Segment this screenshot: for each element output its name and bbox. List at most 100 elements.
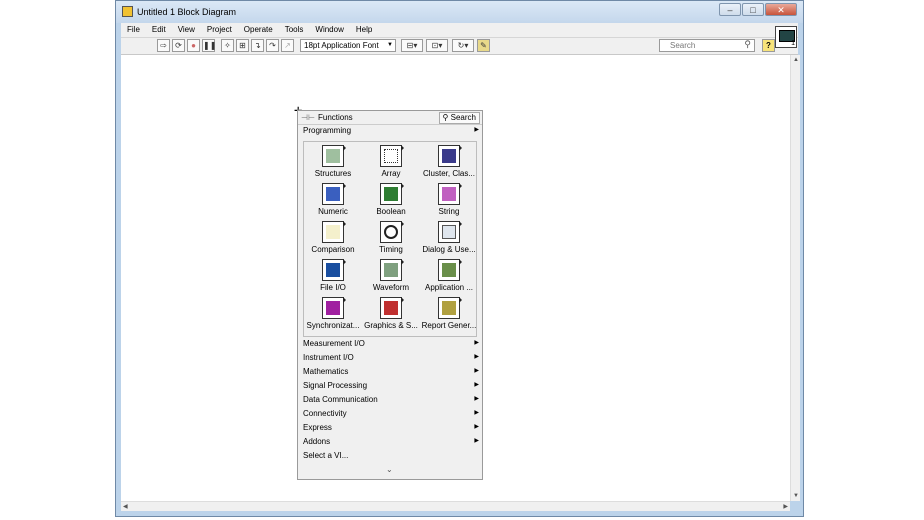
- menu-tools[interactable]: Tools: [279, 23, 310, 37]
- scroll-right-icon[interactable]: ▶: [783, 503, 788, 510]
- menu-edit[interactable]: Edit: [146, 23, 172, 37]
- category-addons[interactable]: Addons ▶: [303, 435, 479, 448]
- chevron-right-icon: ▶: [474, 424, 479, 430]
- palette-search-button[interactable]: ⚲ Search: [438, 112, 480, 124]
- minimize-button[interactable]: –: [719, 3, 741, 16]
- category-label: Mathematics: [303, 367, 349, 376]
- clean-up-diagram-button[interactable]: ✎: [477, 39, 490, 52]
- chevron-right-icon: ▶: [474, 127, 479, 133]
- reorder-button[interactable]: ↻▾: [452, 39, 474, 52]
- pause-button[interactable]: ❚❚: [202, 39, 216, 52]
- palette-item-waveform[interactable]: Waveform: [362, 259, 420, 297]
- cluster-icon: [438, 145, 462, 167]
- scroll-up-icon[interactable]: ▲: [793, 57, 799, 63]
- category-mathematics[interactable]: Mathematics ▶: [303, 365, 479, 378]
- run-continuously-button[interactable]: ⟳: [172, 39, 185, 52]
- step-over-button[interactable]: ↷: [266, 39, 279, 52]
- category-measurement-io[interactable]: Measurement I/O ▶: [303, 337, 479, 350]
- palette-item-label: Report Gener...: [421, 321, 477, 330]
- scroll-left-icon[interactable]: ◀: [123, 503, 128, 510]
- menu-project[interactable]: Project: [201, 23, 238, 37]
- application-control-icon: [438, 259, 462, 281]
- toolbar: ⇨ ⟳ ● ❚❚ ✧ ⊞ ↴ ↷ ↗ 18pt Application Font…: [121, 38, 798, 55]
- palette-item-boolean[interactable]: Boolean: [362, 183, 420, 221]
- expand-palette-icon[interactable]: ⌄: [386, 465, 393, 474]
- category-connectivity[interactable]: Connectivity ▶: [303, 407, 479, 420]
- structures-icon: [322, 145, 346, 167]
- menu-operate[interactable]: Operate: [238, 23, 279, 37]
- chevron-right-icon: ▶: [474, 410, 479, 416]
- category-label: Addons: [303, 437, 331, 446]
- palette-item-graphics-sound[interactable]: Graphics & S...: [362, 297, 420, 335]
- vi-icon[interactable]: 1: [775, 26, 797, 48]
- category-label: Programming: [303, 126, 352, 135]
- highlight-execution-button[interactable]: ✧: [221, 39, 234, 52]
- menu-file[interactable]: File: [121, 23, 146, 37]
- context-help-button[interactable]: ?: [762, 39, 775, 52]
- palette-item-comparison[interactable]: Comparison: [304, 221, 362, 259]
- scroll-down-icon[interactable]: ▼: [793, 493, 799, 499]
- menu-window[interactable]: Window: [309, 23, 349, 37]
- palette-item-label: Dialog & Use...: [422, 245, 476, 254]
- palette-item-label: Waveform: [372, 283, 410, 292]
- palette-item-label: Array: [381, 169, 401, 178]
- category-signal-processing[interactable]: Signal Processing ▶: [303, 379, 479, 392]
- numeric-icon: [322, 183, 346, 205]
- palette-item-label: Numeric: [318, 207, 348, 216]
- menu-help[interactable]: Help: [350, 23, 378, 37]
- palette-item-structures[interactable]: Structures: [304, 145, 362, 183]
- palette-item-cluster[interactable]: Cluster, Clas...: [420, 145, 478, 183]
- palette-item-file-io[interactable]: File I/O: [304, 259, 362, 297]
- programming-subpalette: Structures Array Cluster, Clas... Numeri…: [303, 141, 477, 337]
- pin-icon[interactable]: ⊣⊢: [301, 113, 315, 122]
- chevron-down-icon: ▼: [387, 42, 393, 48]
- palette-item-synchronization[interactable]: Synchronizat...: [304, 297, 362, 335]
- search-placeholder: Search: [670, 41, 696, 50]
- palette-item-array[interactable]: Array: [362, 145, 420, 183]
- font-select-value: 18pt Application Font: [304, 41, 379, 50]
- category-label: Instrument I/O: [303, 353, 354, 362]
- palette-item-numeric[interactable]: Numeric: [304, 183, 362, 221]
- palette-item-string[interactable]: String: [420, 183, 478, 221]
- category-data-communication[interactable]: Data Communication ▶: [303, 393, 479, 406]
- synchronization-icon: [322, 297, 346, 319]
- close-button[interactable]: ✕: [765, 3, 797, 16]
- palette-item-application-control[interactable]: Application ...: [420, 259, 478, 297]
- chevron-right-icon: ▶: [474, 396, 479, 402]
- category-programming[interactable]: Programming ▶: [303, 124, 479, 137]
- font-select[interactable]: 18pt Application Font ▼: [300, 39, 396, 52]
- title-bar[interactable]: Untitled 1 Block Diagram – □ ✕: [116, 1, 803, 23]
- palette-item-label: Synchronizat...: [306, 321, 360, 330]
- run-button[interactable]: ⇨: [157, 39, 170, 52]
- align-objects-button[interactable]: ⊟▾: [401, 39, 423, 52]
- abort-button[interactable]: ●: [187, 39, 200, 52]
- maximize-button[interactable]: □: [742, 3, 764, 16]
- timing-icon: [380, 221, 404, 243]
- palette-title: Functions: [318, 113, 353, 122]
- palette-item-timing[interactable]: Timing: [362, 221, 420, 259]
- boolean-icon: [380, 183, 404, 205]
- palette-item-label: String: [438, 207, 460, 216]
- chevron-right-icon: ▶: [474, 382, 479, 388]
- menu-view[interactable]: View: [172, 23, 201, 37]
- palette-item-label: Timing: [379, 245, 403, 254]
- horizontal-scrollbar[interactable]: ◀ ▶: [121, 501, 790, 511]
- category-express[interactable]: Express ▶: [303, 421, 479, 434]
- string-icon: [438, 183, 462, 205]
- search-input[interactable]: Search ⚲: [659, 39, 755, 52]
- step-into-button[interactable]: ↴: [251, 39, 264, 52]
- category-label: Express: [303, 423, 332, 432]
- labview-app-icon: [122, 6, 133, 17]
- palette-item-label: Comparison: [311, 245, 355, 254]
- report-generation-icon: [438, 297, 462, 319]
- palette-item-dialog[interactable]: Dialog & Use...: [420, 221, 478, 259]
- functions-palette: ⊣⊢ Functions ⚲ Search Programming ▶ Stru…: [297, 110, 483, 480]
- vertical-scrollbar[interactable]: ▲ ▼: [790, 55, 800, 501]
- select-a-vi-item[interactable]: Select a VI...: [303, 449, 479, 462]
- category-instrument-io[interactable]: Instrument I/O ▶: [303, 351, 479, 364]
- palette-item-report-generation[interactable]: Report Gener...: [420, 297, 478, 335]
- distribute-objects-button[interactable]: ⊡▾: [426, 39, 448, 52]
- retain-wire-values-button[interactable]: ⊞: [236, 39, 249, 52]
- step-out-button[interactable]: ↗: [281, 39, 294, 52]
- palette-item-label: Structures: [314, 169, 352, 178]
